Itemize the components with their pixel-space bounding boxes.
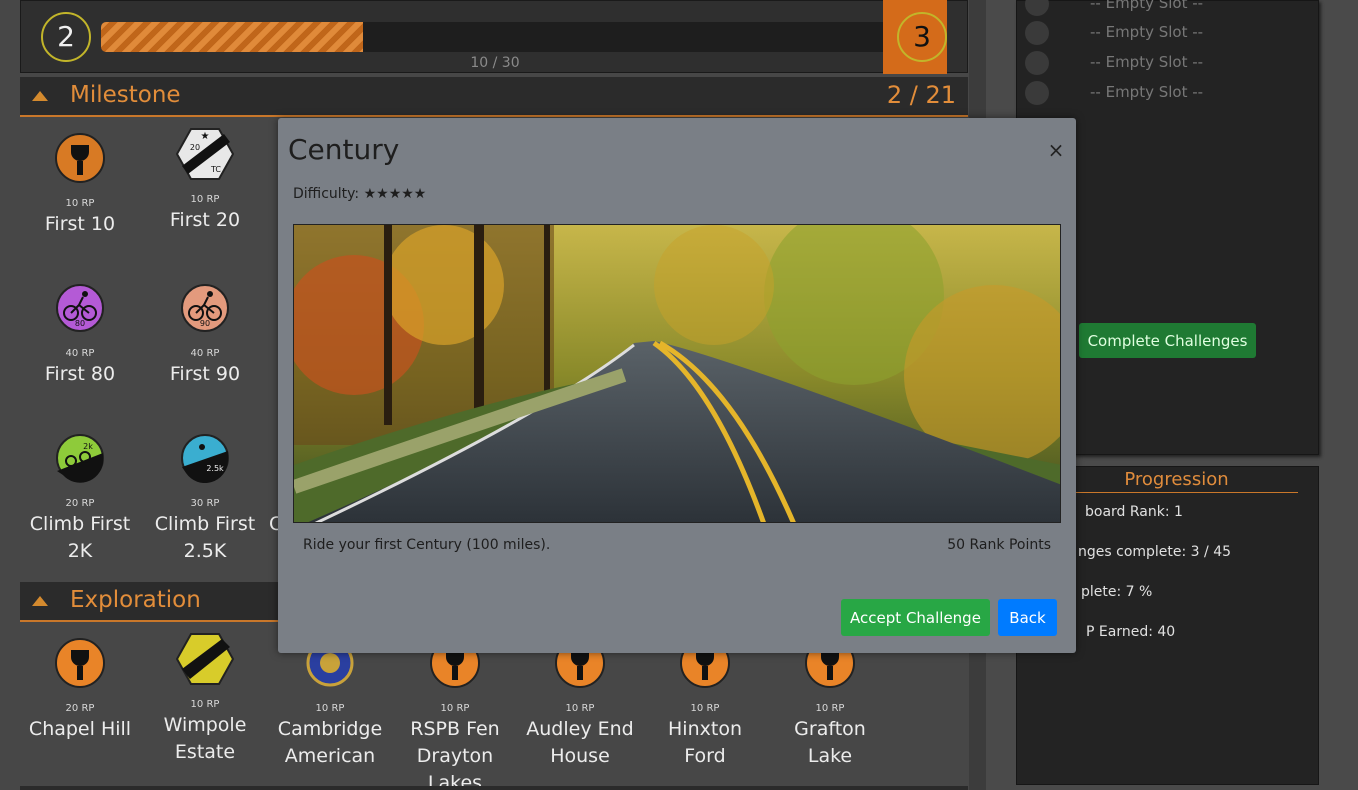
challenge-image bbox=[293, 224, 1061, 523]
accept-challenge-button[interactable]: Accept Challenge bbox=[841, 599, 990, 636]
difficulty-rating: Difficulty: ★★★★★ bbox=[293, 186, 427, 202]
challenge-points: 50 Rank Points bbox=[947, 537, 1051, 553]
close-icon[interactable]: × bbox=[1046, 140, 1066, 160]
modal-title: Century bbox=[288, 133, 400, 166]
challenge-modal: Century × Difficulty: ★★★★★ Ride your fi… bbox=[278, 118, 1076, 653]
challenge-description: Ride your first Century (100 miles). bbox=[303, 537, 551, 553]
back-button[interactable]: Back bbox=[998, 599, 1057, 636]
